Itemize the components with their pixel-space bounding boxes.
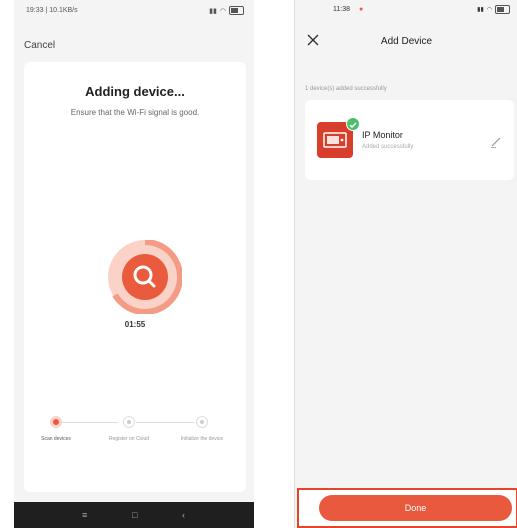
cancel-button[interactable]: Cancel [24,40,55,51]
status-time: 19:33 | 10.1KB/s [26,7,78,14]
added-count-text: 1 device(s) added successfully [305,86,387,92]
page-title: Adding device... [85,84,185,99]
battery-icon [495,5,510,14]
step-label-initialize: Initialize the device [180,436,224,442]
step-connector [136,422,194,423]
wifi-icon: ◠ [486,7,492,13]
signal-icon: ▮▮ [209,7,217,15]
signal-icon: ▮▮ [477,7,484,13]
search-icon [133,265,156,288]
progress-card: Adding device... Ensure that the Wi-Fi s… [24,62,246,492]
battery-icon [229,6,244,15]
countdown-timer: 01:55 [124,320,146,329]
system-nav-bar: ≡ □ ‹ [14,502,254,528]
device-status: Added successfully [362,144,414,150]
success-check-icon [346,117,360,131]
device-name: IP Monitor [362,130,403,140]
scan-button-core [122,254,168,300]
progress-steps: Scan devices Register on Cloud Initializ… [41,416,226,460]
notification-dot-icon: ● [359,6,364,13]
menu-nav-icon[interactable]: ≡ [82,510,87,520]
step-label-scan: Scan devices [41,436,71,442]
home-nav-icon[interactable]: □ [132,510,137,520]
done-button[interactable]: Done [319,495,512,521]
add-device-screen: 11:38 ● ▮▮ ◠ Add Device 1 device(s) adde… [294,0,517,528]
edit-pencil-icon[interactable] [490,136,502,148]
device-card[interactable]: IP Monitor Added successfully [305,100,514,180]
scan-progress-ring [108,240,182,314]
page-title: Add Device [380,36,433,47]
back-nav-icon[interactable]: ‹ [182,510,185,520]
status-time: 11:38 [333,6,350,13]
status-icons: ▮▮ ◠ [209,6,244,15]
done-button-highlight: Done [297,488,517,528]
step-dot-register [123,416,135,428]
step-dot-initialize [196,416,208,428]
status-bar: 19:33 | 10.1KB/s ▮▮ ◠ [14,0,254,20]
wifi-icon: ◠ [219,7,226,15]
adding-device-screen: 19:33 | 10.1KB/s ▮▮ ◠ Cancel Adding devi… [14,0,254,528]
step-label-register: Register on Cloud [108,436,150,442]
step-connector [56,422,118,423]
step-dot-scan [50,416,62,428]
status-bar: 11:38 ● ▮▮ ◠ [295,0,517,20]
status-icons: ▮▮ ◠ [477,5,510,14]
wifi-hint: Ensure that the Wi-Fi signal is good. [70,108,200,117]
